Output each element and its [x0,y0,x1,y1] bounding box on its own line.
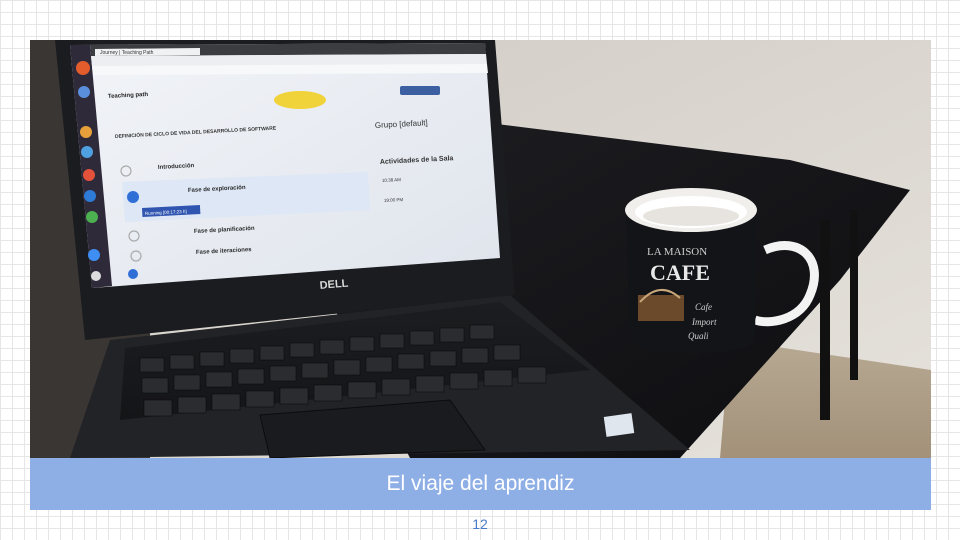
photo-illustration: DELL Journey | Teaching Path Teaching pa… [30,40,931,458]
page-number: 12 [472,516,488,532]
sticker [603,413,635,437]
slide-caption: El viaje del aprendiz [386,472,575,495]
activity-time-1: 10:38 AM [382,177,401,183]
browser-tab-title[interactable]: Journey | Teaching Path [100,50,154,56]
mug-text-line-4: Import [691,317,717,327]
mug-text-line-2: CAFE [650,260,710,285]
browser-address-bar [91,54,487,66]
laptop-coffee-photo: DELL Journey | Teaching Path Teaching pa… [30,40,931,458]
table-leg [820,220,830,420]
user-button[interactable] [400,86,440,95]
mug-cup-print [638,295,684,321]
laptop-brand: DELL [319,278,349,292]
table-leg-back [850,210,858,380]
mug-text-line-5: Quali [688,331,709,341]
mug-text-line-1: LA MAISON [647,246,707,258]
caption-bar: El viaje del aprendiz [30,458,931,510]
avatar-circle [274,91,326,109]
mug-text-line-3: Cafe [695,302,712,312]
activity-time-2: 19:00 PM [384,197,404,203]
